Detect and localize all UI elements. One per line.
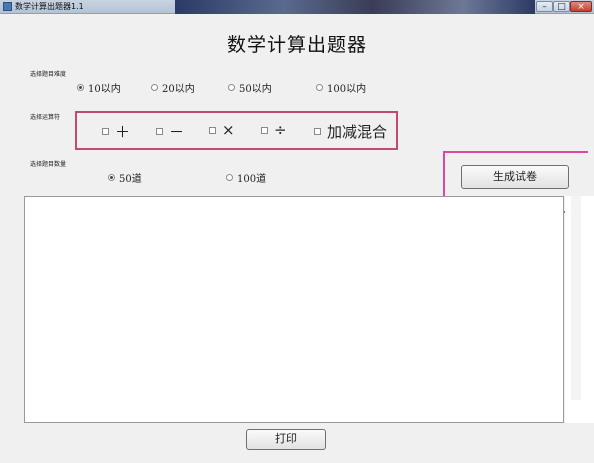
count-option-label: 50道 [119,174,142,185]
range-option-100[interactable]: 100以内 [316,80,366,95]
operator-label: ÷ [274,121,287,139]
count-section-label: 选择题目数量 [30,161,67,168]
operator-label: ＋ [115,123,131,141]
range-option-label: 20以内 [162,84,195,95]
close-button[interactable]: × [570,1,592,12]
scroll-track[interactable] [571,196,581,400]
range-option-10[interactable]: 10以内 [77,80,121,95]
output-text-area[interactable] [24,196,564,423]
count-option-50[interactable]: 50道 [108,170,142,185]
operator-label: － [169,123,185,141]
range-option-label: 10以内 [88,84,121,95]
range-option-50[interactable]: 50以内 [228,80,272,95]
app-title: 数学计算出题器 [226,34,367,56]
checkbox-icon [314,128,321,135]
radio-selected-icon [77,84,84,91]
app-icon [3,2,12,11]
window-title: 数学计算出题器1.1 [15,2,84,11]
title-bar: 数学计算出题器1.1 – □ × [0,0,594,14]
operator-plus-checkbox[interactable]: ＋ [102,121,130,142]
range-option-20[interactable]: 20以内 [151,80,195,95]
count-option-100[interactable]: 100道 [226,170,266,185]
checkbox-icon [102,128,109,135]
generate-paper-button[interactable]: 生成试卷 [461,165,569,189]
checkbox-icon [209,126,216,134]
range-option-label: 100以内 [327,84,367,95]
output-right-margin [565,196,594,423]
radio-icon [151,84,158,91]
operator-mixed-checkbox[interactable]: 加减混合 [314,121,387,142]
checkbox-icon [156,128,163,135]
operator-multiply-checkbox[interactable]: × [209,121,235,139]
minimize-button[interactable]: – [536,1,553,12]
operator-minus-checkbox[interactable]: － [156,121,184,142]
radio-selected-icon [108,174,115,181]
operator-divide-checkbox[interactable]: ÷ [261,121,287,139]
radio-icon [316,84,323,91]
radio-icon [228,84,235,91]
operator-section-label: 选择运算符 [30,114,61,121]
maximize-button[interactable]: □ [553,1,570,12]
checkbox-icon [261,126,268,134]
operator-label: 加减混合 [327,123,388,141]
operator-label: × [222,121,235,139]
range-option-label: 50以内 [239,84,272,95]
title-bar-background [175,0,535,14]
print-button[interactable]: 打印 [246,429,326,450]
range-section-label: 选择题目难度 [30,71,67,78]
radio-icon [226,174,233,181]
count-option-label: 100道 [237,174,267,185]
